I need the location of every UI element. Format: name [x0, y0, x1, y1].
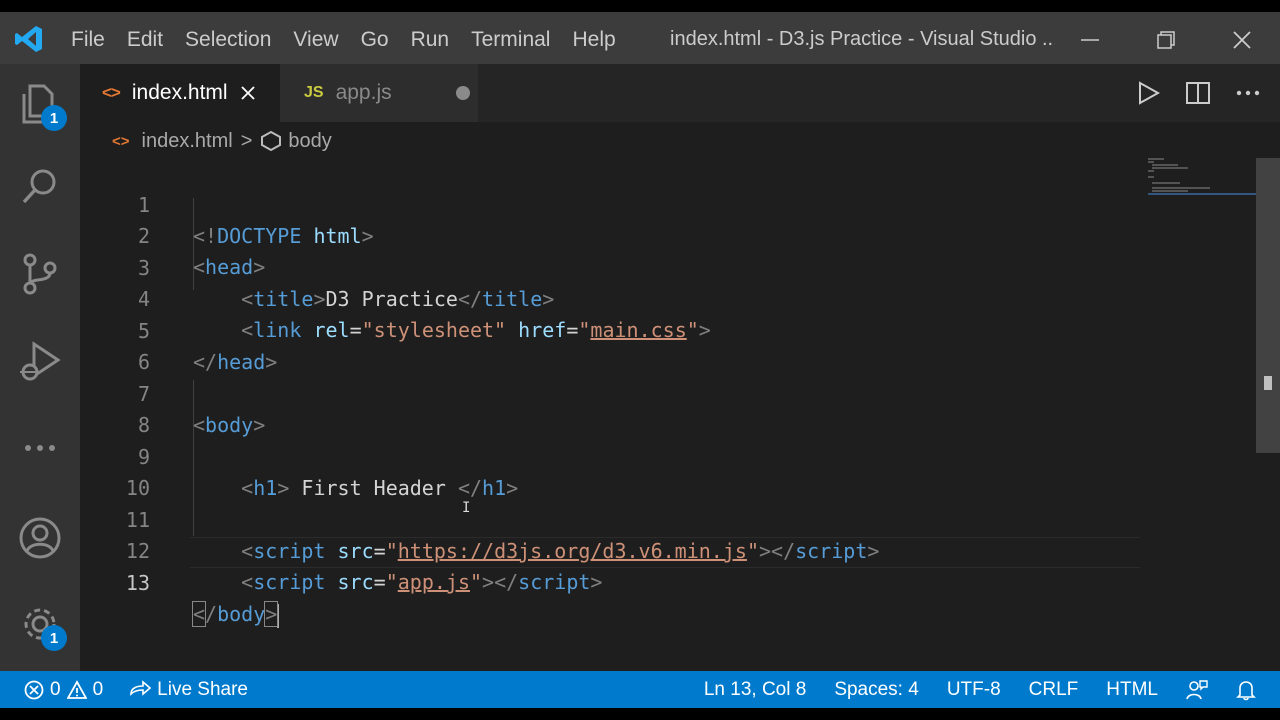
tab-app-js[interactable]: JS app.js: [280, 64, 478, 122]
more-views-button[interactable]: [0, 408, 80, 488]
code-line: 3 <title>D3 Practice</title>: [80, 222, 1256, 311]
breadcrumb: <> index.html > body: [80, 122, 1256, 160]
end-of-line[interactable]: CRLF: [1029, 679, 1079, 701]
live-share-button[interactable]: Live Share: [129, 679, 248, 701]
menu-file[interactable]: File: [60, 24, 116, 56]
problems-indicator[interactable]: 0 0: [24, 679, 103, 701]
warning-count: 0: [92, 678, 104, 700]
feedback-icon: [1186, 679, 1208, 699]
scrollbar-thumb[interactable]: [1256, 158, 1280, 453]
manage-button[interactable]: 1: [0, 584, 80, 664]
code-line: 4 <link rel="stylesheet" href="main.css"…: [80, 253, 1256, 342]
encoding[interactable]: UTF-8: [947, 679, 1001, 701]
code-line: 11 <script src="https://d3js.org/d3.v6.m…: [80, 474, 1256, 563]
more-actions-icon[interactable]: [1236, 90, 1260, 96]
html-file-icon: <>: [112, 132, 130, 150]
source-control-button[interactable]: [0, 234, 80, 314]
breadcrumb-symbol[interactable]: body: [288, 130, 331, 153]
status-bar: 0 0 Live Share Ln 13, Col 8 Spaces: 4 UT…: [0, 671, 1280, 708]
account-icon: [19, 517, 61, 559]
code-line: 2 <head>: [80, 190, 1256, 279]
window-controls: [1052, 12, 1280, 68]
search-button[interactable]: [0, 146, 80, 226]
breadcrumb-file[interactable]: index.html: [142, 130, 233, 153]
link-app-js[interactable]: app.js: [398, 570, 470, 594]
close-tab-icon[interactable]: [240, 85, 256, 101]
code-editor[interactable]: 1 <!DOCTYPE html> 2 <head> 3 <title>D3 P…: [80, 158, 1256, 670]
code-line: 1 <!DOCTYPE html>: [80, 159, 1256, 248]
tab-label: index.html: [131, 81, 228, 104]
feedback-button[interactable]: [1186, 679, 1208, 701]
window-title: index.html - D3.js Practice - Visual Stu…: [670, 28, 1055, 50]
vertical-scrollbar[interactable]: [1256, 158, 1280, 670]
bell-icon: [1236, 680, 1256, 700]
search-icon: [22, 169, 56, 204]
more-icon: [25, 445, 55, 451]
menu-run[interactable]: Run: [400, 24, 461, 56]
letterbox-bottom: [0, 708, 1280, 720]
notifications-button[interactable]: [1236, 679, 1256, 701]
warning-icon: [66, 679, 87, 699]
live-share-icon: [130, 679, 152, 696]
tab-index-html[interactable]: <> index.html: [80, 64, 280, 122]
source-control-icon: [23, 253, 57, 295]
menu-selection[interactable]: Selection: [174, 24, 282, 56]
breadcrumb-separator: >: [240, 129, 253, 152]
restore-button[interactable]: [1128, 12, 1204, 68]
code-line: 10: [80, 442, 1256, 500]
close-icon: [1233, 31, 1251, 49]
language-mode[interactable]: HTML: [1106, 679, 1158, 701]
run-debug-icon: [20, 341, 61, 381]
vscode-logo-icon: [15, 26, 42, 52]
mouse-ibeam-icon: I: [462, 500, 471, 516]
menu-terminal[interactable]: Terminal: [460, 24, 561, 56]
activity-bar: 1 1: [0, 64, 80, 672]
unsaved-dot-icon[interactable]: [455, 86, 470, 100]
manage-badge: 1: [41, 625, 67, 651]
line-number: 13: [125, 571, 150, 595]
close-window-button[interactable]: [1204, 12, 1280, 68]
indentation[interactable]: Spaces: 4: [834, 679, 919, 701]
minimap[interactable]: [1148, 158, 1256, 198]
editor-actions: [1136, 64, 1260, 122]
explorer-badge: 1: [41, 105, 67, 131]
minimize-icon: [1081, 39, 1099, 41]
menu-help[interactable]: Help: [561, 24, 626, 56]
symbol-element-icon: [261, 130, 282, 152]
text-cursor: [277, 603, 280, 628]
error-count: 0: [50, 678, 61, 700]
js-file-icon: JS: [304, 84, 324, 101]
minimize-button[interactable]: [1052, 12, 1128, 68]
live-share-label: Live Share: [157, 678, 248, 700]
restore-icon: [1157, 31, 1175, 49]
menu-view[interactable]: View: [282, 24, 349, 56]
code-line: 13 </body>: [80, 537, 1256, 628]
run-debug-button[interactable]: [0, 322, 80, 402]
code-line: 12 <script src="app.js"></script>: [80, 505, 1256, 594]
run-icon[interactable]: [1136, 81, 1160, 105]
error-icon: [24, 680, 44, 699]
code-line: 8: [80, 379, 1256, 437]
code-line: 7 <body>: [80, 348, 1256, 437]
tab-bar: <> index.html JS app.js: [80, 64, 1280, 122]
explorer-button[interactable]: 1: [0, 64, 80, 144]
menu-edit[interactable]: Edit: [116, 24, 174, 56]
split-editor-icon[interactable]: [1186, 81, 1210, 105]
cursor-position-marker: [1264, 376, 1272, 390]
html-file-icon: <>: [102, 83, 121, 102]
code-line: 5 </head>: [80, 285, 1256, 374]
tab-label: app.js: [335, 81, 392, 104]
letterbox-top: [0, 0, 1280, 12]
menu-go[interactable]: Go: [350, 24, 400, 56]
code-line: 6: [80, 316, 1256, 374]
menu-bar: File Edit Selection View Go Run Terminal…: [60, 24, 627, 56]
cursor-position[interactable]: Ln 13, Col 8: [704, 679, 806, 701]
accounts-button[interactable]: [0, 498, 80, 578]
code-line: 9 <h1> First Header </h1>: [80, 411, 1256, 500]
